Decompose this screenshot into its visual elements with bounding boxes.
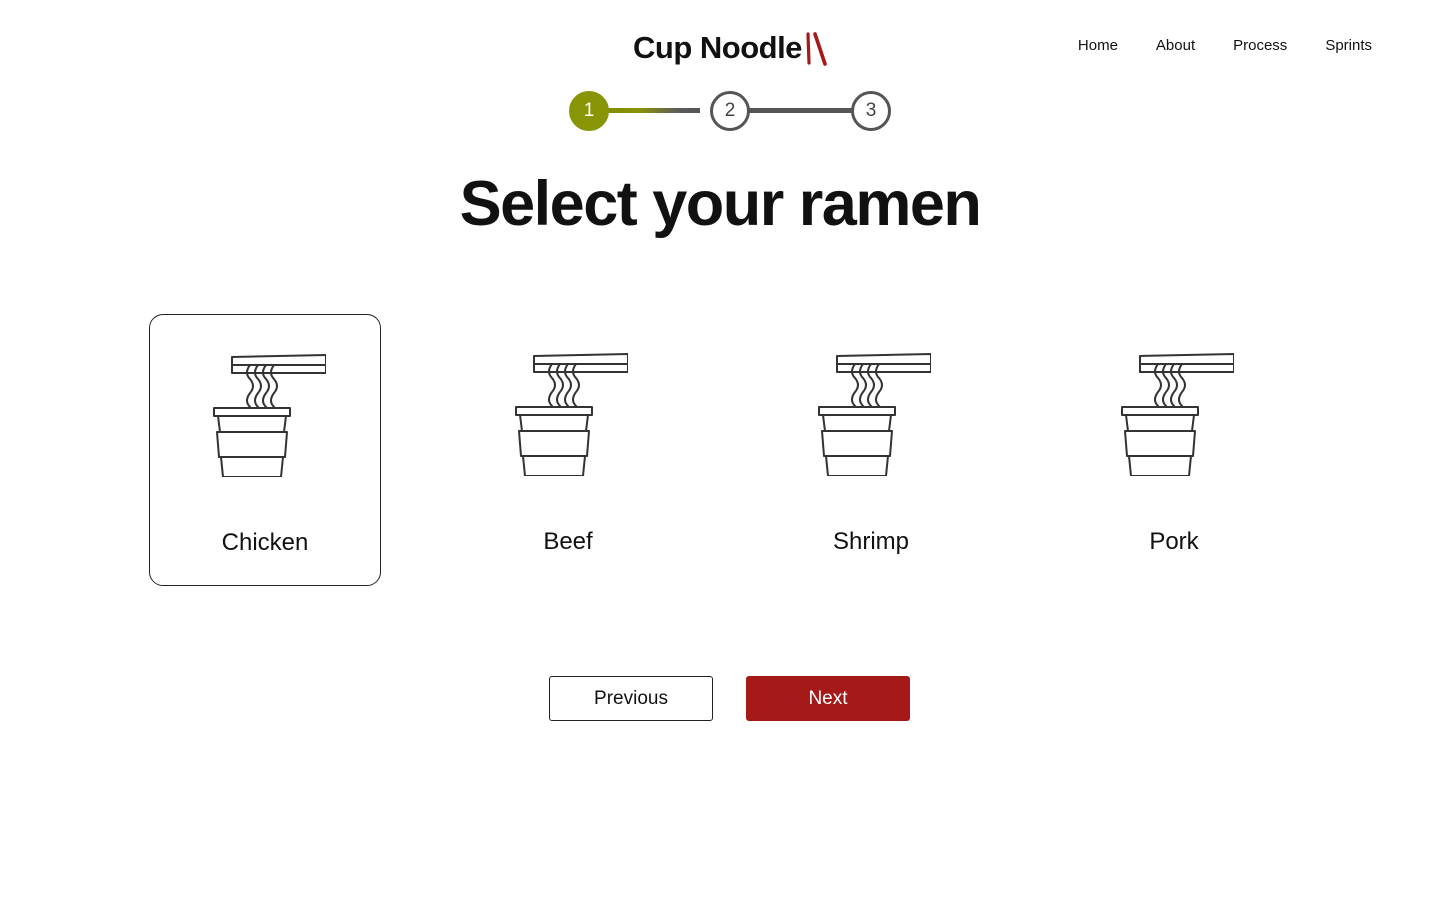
ramen-option-label: Chicken	[221, 529, 309, 556]
nav-about[interactable]: About	[1156, 37, 1195, 54]
step-1[interactable]: 1	[569, 91, 609, 131]
cup-noodle-icon	[815, 352, 932, 481]
page: Cup Noodle Home About Process Sprints 1 …	[0, 0, 1440, 900]
step-3[interactable]: 3	[851, 91, 891, 131]
main-nav: Home About Process Sprints	[1078, 37, 1372, 54]
cup-noodle-icon	[210, 353, 327, 482]
ramen-option-pork[interactable]: Pork	[1058, 314, 1290, 586]
previous-button[interactable]: Previous	[549, 676, 713, 721]
ramen-option-beef[interactable]: Beef	[452, 314, 684, 586]
brand-name: Cup Noodle	[633, 30, 802, 65]
page-title: Select your ramen	[459, 169, 982, 239]
stepper-connector-2	[740, 108, 852, 113]
ramen-option-label: Pork	[1149, 528, 1199, 555]
chopsticks-icon	[806, 32, 827, 66]
stepper-connector-1	[598, 108, 700, 113]
ramen-option-chicken[interactable]: Chicken	[149, 314, 381, 586]
cup-noodle-icon	[1118, 352, 1235, 481]
nav-home[interactable]: Home	[1078, 37, 1118, 54]
ramen-option-shrimp[interactable]: Shrimp	[755, 314, 987, 586]
ramen-option-label: Shrimp	[832, 528, 910, 555]
ramen-option-label: Beef	[543, 528, 593, 555]
cup-noodle-icon	[512, 352, 629, 481]
step-2[interactable]: 2	[710, 91, 750, 131]
nav-sprints[interactable]: Sprints	[1325, 37, 1372, 54]
next-button[interactable]: Next	[746, 676, 910, 721]
progress-stepper: 1 2 3	[568, 90, 892, 132]
nav-process[interactable]: Process	[1233, 37, 1287, 54]
brand-logo[interactable]: Cup Noodle	[633, 28, 828, 68]
